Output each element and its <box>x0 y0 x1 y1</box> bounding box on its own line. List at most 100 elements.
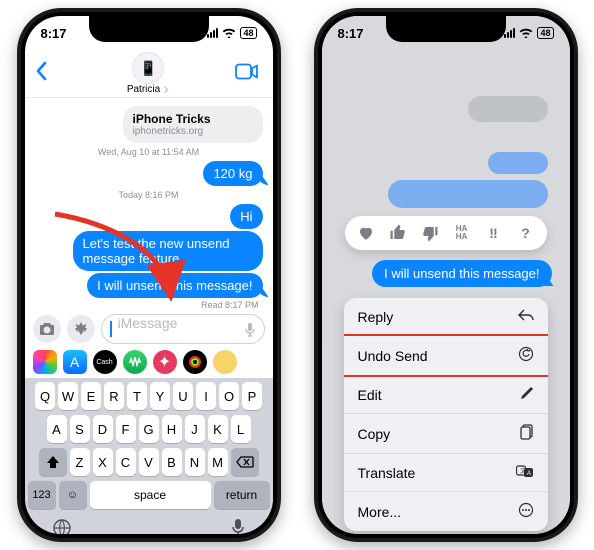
key-v[interactable]: V <box>139 448 159 476</box>
key-y[interactable]: Y <box>150 382 170 410</box>
conversation: iPhone Tricks iphonetricks.org Wed, Aug … <box>25 98 273 310</box>
status-time: 8:17 <box>41 26 67 41</box>
message-bubble-2[interactable]: Hi <box>230 204 262 229</box>
reaction-haha[interactable]: HA HA <box>451 222 473 244</box>
app-audio[interactable] <box>123 350 147 374</box>
reaction-thumbs-up[interactable] <box>387 222 409 244</box>
menu-edit-label: Edit <box>358 387 382 403</box>
app-cash[interactable]: Cash <box>93 350 117 374</box>
chevron-right-icon <box>162 86 170 94</box>
menu-undo-send[interactable]: Undo Send <box>344 336 548 376</box>
avatar-icon: 📱 <box>132 52 164 84</box>
message-bubble-1[interactable]: 120 kg <box>203 161 262 186</box>
status-time: 8:17 <box>338 26 364 41</box>
key-p[interactable]: P <box>242 382 262 410</box>
globe-key[interactable] <box>52 518 72 534</box>
text-caret <box>110 321 112 337</box>
key-b[interactable]: B <box>162 448 182 476</box>
app-activity[interactable] <box>183 350 207 374</box>
key-r[interactable]: R <box>104 382 124 410</box>
menu-undo-label: Undo Send <box>358 348 428 364</box>
status-indicators: 48 <box>207 26 256 41</box>
menu-translate-label: Translate <box>358 465 416 481</box>
key-j[interactable]: J <box>185 415 205 443</box>
phone-right: 8:17 48 HA HA ‼︎ ? <box>314 8 578 542</box>
key-w[interactable]: W <box>58 382 78 410</box>
read-receipt: Read 8:17 PM <box>35 300 259 310</box>
key-i[interactable]: I <box>196 382 216 410</box>
mic-key[interactable] <box>230 518 246 534</box>
link-title: iPhone Tricks <box>133 112 253 126</box>
key-z[interactable]: Z <box>70 448 90 476</box>
link-subtitle: iphonetricks.org <box>133 126 253 137</box>
copy-icon <box>520 424 534 443</box>
reaction-question[interactable]: ? <box>515 222 537 244</box>
cellular-icon <box>207 28 218 38</box>
menu-reply[interactable]: Reply <box>344 298 548 336</box>
app-memoji[interactable] <box>213 350 237 374</box>
key-m[interactable]: M <box>208 448 228 476</box>
message-input[interactable]: iMessage <box>101 314 265 344</box>
message-bubble-4[interactable]: I will unsend this message! <box>87 273 262 298</box>
message-bubble-3[interactable]: Let's test the new unsend message featur… <box>73 231 263 271</box>
translate-icon: 文A <box>516 464 534 481</box>
key-h[interactable]: H <box>162 415 182 443</box>
key-f[interactable]: F <box>116 415 136 443</box>
delete-key[interactable] <box>231 448 259 476</box>
message-placeholder: iMessage <box>118 315 178 331</box>
shift-key[interactable] <box>39 448 67 476</box>
keyboard[interactable]: QWERTYUIOP ASDFGHJKL ZXCVBNM 123 ☺ space… <box>25 378 273 534</box>
key-s[interactable]: S <box>70 415 90 443</box>
facetime-button[interactable] <box>235 63 259 84</box>
menu-more[interactable]: More... <box>344 492 548 531</box>
menu-reply-label: Reply <box>358 309 394 325</box>
app-store[interactable]: A <box>63 350 87 374</box>
key-d[interactable]: D <box>93 415 113 443</box>
app-strip[interactable]: A Cash ✦ <box>25 348 273 378</box>
link-preview[interactable]: iPhone Tricks iphonetricks.org <box>123 106 263 143</box>
input-bar: iMessage <box>25 310 273 348</box>
blurred-element <box>488 152 548 174</box>
app-find[interactable]: ✦ <box>153 350 177 374</box>
menu-translate[interactable]: Translate 文A <box>344 454 548 492</box>
status-indicators: 48 <box>504 26 553 41</box>
key-o[interactable]: O <box>219 382 239 410</box>
timestamp-2: Today 8:16 PM <box>35 190 263 200</box>
key-u[interactable]: U <box>173 382 193 410</box>
reaction-heart[interactable] <box>355 222 377 244</box>
space-key[interactable]: space <box>90 481 211 509</box>
key-g[interactable]: G <box>139 415 159 443</box>
cellular-icon <box>504 28 515 38</box>
key-c[interactable]: C <box>116 448 136 476</box>
return-key[interactable]: return <box>214 481 270 509</box>
key-n[interactable]: N <box>185 448 205 476</box>
menu-copy[interactable]: Copy <box>344 414 548 454</box>
notch <box>386 16 506 42</box>
svg-text:A: A <box>527 471 531 477</box>
key-a[interactable]: A <box>47 415 67 443</box>
menu-edit[interactable]: Edit <box>344 376 548 414</box>
numbers-key[interactable]: 123 <box>28 481 56 509</box>
notch <box>89 16 209 42</box>
wifi-icon <box>519 26 533 41</box>
key-t[interactable]: T <box>127 382 147 410</box>
key-x[interactable]: X <box>93 448 113 476</box>
app-photos[interactable] <box>33 350 57 374</box>
undo-icon <box>518 346 534 365</box>
camera-button[interactable] <box>33 315 61 343</box>
contact-chip[interactable]: 📱 Patricia <box>127 52 170 95</box>
context-menu: Reply Undo Send Edit Copy Transla <box>344 298 548 531</box>
dictate-icon[interactable] <box>244 322 256 341</box>
selected-message[interactable]: I will unsend this message! <box>372 260 551 287</box>
back-button[interactable] <box>35 61 47 87</box>
reply-icon <box>518 308 534 325</box>
reaction-thumbs-down[interactable] <box>419 222 441 244</box>
emoji-key[interactable]: ☺ <box>59 481 87 509</box>
reaction-emphasis[interactable]: ‼︎ <box>483 222 505 244</box>
appstore-button[interactable] <box>67 315 95 343</box>
key-e[interactable]: E <box>81 382 101 410</box>
key-l[interactable]: L <box>231 415 251 443</box>
key-q[interactable]: Q <box>35 382 55 410</box>
key-k[interactable]: K <box>208 415 228 443</box>
svg-text:文: 文 <box>520 467 526 475</box>
